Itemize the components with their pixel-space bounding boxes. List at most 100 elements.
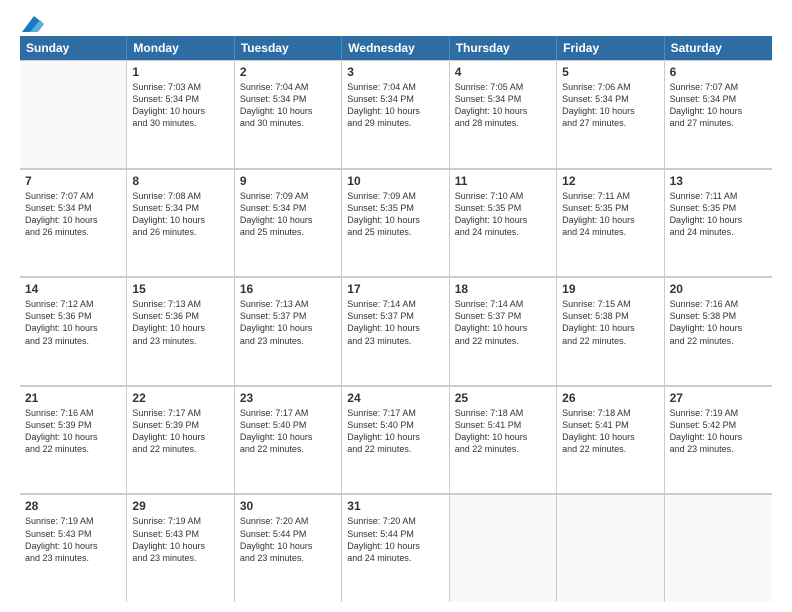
calendar-cell xyxy=(20,60,127,168)
calendar-cell: 21Sunrise: 7:16 AM Sunset: 5:39 PM Dayli… xyxy=(20,386,127,494)
calendar-cell: 17Sunrise: 7:14 AM Sunset: 5:37 PM Dayli… xyxy=(342,277,449,385)
day-info: Sunrise: 7:11 AM Sunset: 5:35 PM Dayligh… xyxy=(670,190,767,239)
calendar-cell xyxy=(557,494,664,602)
calendar-week-4: 21Sunrise: 7:16 AM Sunset: 5:39 PM Dayli… xyxy=(20,386,772,495)
calendar-body: 1 Sunrise: 7:03 AM Sunset: 5:34 PM Daylig… xyxy=(20,60,772,602)
day-info: Sunrise: 7:15 AM Sunset: 5:38 PM Dayligh… xyxy=(562,298,658,347)
calendar-cell: 19 Sunrise: 7:15 AM Sunset: 5:38 PM Dayli… xyxy=(557,277,664,385)
day-info: Sunrise: 7:10 AM Sunset: 5:35 PM Dayligh… xyxy=(455,190,551,239)
day-info: Sunrise: 7:13 AM Sunset: 5:36 PM Dayligh… xyxy=(132,298,228,347)
header-day-friday: Friday xyxy=(557,36,664,60)
header-day-monday: Monday xyxy=(127,36,234,60)
calendar-cell: 9 Sunrise: 7:09 AM Sunset: 5:34 PM Daylig… xyxy=(235,169,342,277)
day-info: Sunrise: 7:16 AM Sunset: 5:39 PM Dayligh… xyxy=(25,407,121,456)
day-info: Sunrise: 7:05 AM Sunset: 5:34 PM Dayligh… xyxy=(455,81,551,130)
day-number: 27 xyxy=(670,391,767,405)
calendar-cell: 16Sunrise: 7:13 AM Sunset: 5:37 PM Dayli… xyxy=(235,277,342,385)
day-info: Sunrise: 7:14 AM Sunset: 5:37 PM Dayligh… xyxy=(455,298,551,347)
calendar-cell: 5 Sunrise: 7:06 AM Sunset: 5:34 PM Daylig… xyxy=(557,60,664,168)
calendar-cell: 23Sunrise: 7:17 AM Sunset: 5:40 PM Dayli… xyxy=(235,386,342,494)
calendar-cell: 31 Sunrise: 7:20 AM Sunset: 5:44 PM Dayli… xyxy=(342,494,449,602)
calendar-cell: 27 Sunrise: 7:19 AM Sunset: 5:42 PM Dayli… xyxy=(665,386,772,494)
logo-icon xyxy=(22,16,44,32)
day-info: Sunrise: 7:17 AM Sunset: 5:39 PM Dayligh… xyxy=(132,407,228,456)
page-header xyxy=(20,16,772,28)
day-info: Sunrise: 7:19 AM Sunset: 5:43 PM Dayligh… xyxy=(25,515,121,564)
day-number: 19 xyxy=(562,282,658,296)
calendar-week-2: 7Sunrise: 7:07 AM Sunset: 5:34 PM Daylig… xyxy=(20,169,772,278)
logo xyxy=(20,16,44,28)
day-info: Sunrise: 7:14 AM Sunset: 5:37 PM Dayligh… xyxy=(347,298,443,347)
day-info: Sunrise: 7:07 AM Sunset: 5:34 PM Dayligh… xyxy=(25,190,121,239)
day-info: Sunrise: 7:03 AM Sunset: 5:34 PM Dayligh… xyxy=(132,81,228,130)
day-info: Sunrise: 7:20 AM Sunset: 5:44 PM Dayligh… xyxy=(240,515,336,564)
header-day-tuesday: Tuesday xyxy=(235,36,342,60)
day-number: 25 xyxy=(455,391,551,405)
calendar-cell: 29Sunrise: 7:19 AM Sunset: 5:43 PM Dayli… xyxy=(127,494,234,602)
calendar-cell: 13 Sunrise: 7:11 AM Sunset: 5:35 PM Dayli… xyxy=(665,169,772,277)
calendar-cell: 15 Sunrise: 7:13 AM Sunset: 5:36 PM Dayli… xyxy=(127,277,234,385)
calendar-cell: 25 Sunrise: 7:18 AM Sunset: 5:41 PM Dayli… xyxy=(450,386,557,494)
day-info: Sunrise: 7:20 AM Sunset: 5:44 PM Dayligh… xyxy=(347,515,443,564)
day-number: 20 xyxy=(670,282,767,296)
header-day-sunday: Sunday xyxy=(20,36,127,60)
day-info: Sunrise: 7:11 AM Sunset: 5:35 PM Dayligh… xyxy=(562,190,658,239)
day-number: 14 xyxy=(25,282,121,296)
calendar-cell: 8Sunrise: 7:08 AM Sunset: 5:34 PM Daylig… xyxy=(127,169,234,277)
day-info: Sunrise: 7:06 AM Sunset: 5:34 PM Dayligh… xyxy=(562,81,658,130)
header-day-wednesday: Wednesday xyxy=(342,36,449,60)
calendar-cell: 24Sunrise: 7:17 AM Sunset: 5:40 PM Dayli… xyxy=(342,386,449,494)
calendar-cell: 2 Sunrise: 7:04 AM Sunset: 5:34 PM Daylig… xyxy=(235,60,342,168)
day-number: 26 xyxy=(562,391,658,405)
calendar-cell: 1 Sunrise: 7:03 AM Sunset: 5:34 PM Daylig… xyxy=(127,60,234,168)
calendar-cell: 20 Sunrise: 7:16 AM Sunset: 5:38 PM Dayli… xyxy=(665,277,772,385)
day-info: Sunrise: 7:09 AM Sunset: 5:35 PM Dayligh… xyxy=(347,190,443,239)
calendar-cell: 12Sunrise: 7:11 AM Sunset: 5:35 PM Dayli… xyxy=(557,169,664,277)
day-number: 2 xyxy=(240,65,336,79)
calendar: SundayMondayTuesdayWednesdayThursdayFrid… xyxy=(20,36,772,602)
day-number: 6 xyxy=(670,65,767,79)
calendar-cell: 3Sunrise: 7:04 AM Sunset: 5:34 PM Daylig… xyxy=(342,60,449,168)
calendar-week-1: 1 Sunrise: 7:03 AM Sunset: 5:34 PM Daylig… xyxy=(20,60,772,169)
day-number: 13 xyxy=(670,174,767,188)
calendar-week-5: 28Sunrise: 7:19 AM Sunset: 5:43 PM Dayli… xyxy=(20,494,772,602)
day-number: 9 xyxy=(240,174,336,188)
day-info: Sunrise: 7:04 AM Sunset: 5:34 PM Dayligh… xyxy=(240,81,336,130)
day-info: Sunrise: 7:07 AM Sunset: 5:34 PM Dayligh… xyxy=(670,81,767,130)
header-day-saturday: Saturday xyxy=(665,36,772,60)
calendar-cell: 18 Sunrise: 7:14 AM Sunset: 5:37 PM Dayli… xyxy=(450,277,557,385)
calendar-cell: 22Sunrise: 7:17 AM Sunset: 5:39 PM Dayli… xyxy=(127,386,234,494)
day-number: 31 xyxy=(347,499,443,513)
calendar-cell xyxy=(665,494,772,602)
day-number: 4 xyxy=(455,65,551,79)
day-number: 11 xyxy=(455,174,551,188)
calendar-cell: 30Sunrise: 7:20 AM Sunset: 5:44 PM Dayli… xyxy=(235,494,342,602)
calendar-cell xyxy=(450,494,557,602)
calendar-cell: 28Sunrise: 7:19 AM Sunset: 5:43 PM Dayli… xyxy=(20,494,127,602)
day-info: Sunrise: 7:18 AM Sunset: 5:41 PM Dayligh… xyxy=(455,407,551,456)
day-number: 29 xyxy=(132,499,228,513)
day-number: 5 xyxy=(562,65,658,79)
header-day-thursday: Thursday xyxy=(450,36,557,60)
day-info: Sunrise: 7:12 AM Sunset: 5:36 PM Dayligh… xyxy=(25,298,121,347)
day-info: Sunrise: 7:19 AM Sunset: 5:42 PM Dayligh… xyxy=(670,407,767,456)
day-number: 18 xyxy=(455,282,551,296)
day-number: 15 xyxy=(132,282,228,296)
day-info: Sunrise: 7:18 AM Sunset: 5:41 PM Dayligh… xyxy=(562,407,658,456)
calendar-cell: 10 Sunrise: 7:09 AM Sunset: 5:35 PM Dayli… xyxy=(342,169,449,277)
day-number: 10 xyxy=(347,174,443,188)
calendar-header: SundayMondayTuesdayWednesdayThursdayFrid… xyxy=(20,36,772,60)
calendar-cell: 7Sunrise: 7:07 AM Sunset: 5:34 PM Daylig… xyxy=(20,169,127,277)
calendar-cell: 4 Sunrise: 7:05 AM Sunset: 5:34 PM Daylig… xyxy=(450,60,557,168)
calendar-cell: 14 Sunrise: 7:12 AM Sunset: 5:36 PM Dayli… xyxy=(20,277,127,385)
day-info: Sunrise: 7:09 AM Sunset: 5:34 PM Dayligh… xyxy=(240,190,336,239)
calendar-week-3: 14 Sunrise: 7:12 AM Sunset: 5:36 PM Dayli… xyxy=(20,277,772,386)
calendar-cell: 26 Sunrise: 7:18 AM Sunset: 5:41 PM Dayli… xyxy=(557,386,664,494)
day-number: 24 xyxy=(347,391,443,405)
day-info: Sunrise: 7:16 AM Sunset: 5:38 PM Dayligh… xyxy=(670,298,767,347)
day-number: 1 xyxy=(132,65,228,79)
day-info: Sunrise: 7:17 AM Sunset: 5:40 PM Dayligh… xyxy=(240,407,336,456)
calendar-cell: 6 Sunrise: 7:07 AM Sunset: 5:34 PM Daylig… xyxy=(665,60,772,168)
day-number: 16 xyxy=(240,282,336,296)
day-number: 3 xyxy=(347,65,443,79)
